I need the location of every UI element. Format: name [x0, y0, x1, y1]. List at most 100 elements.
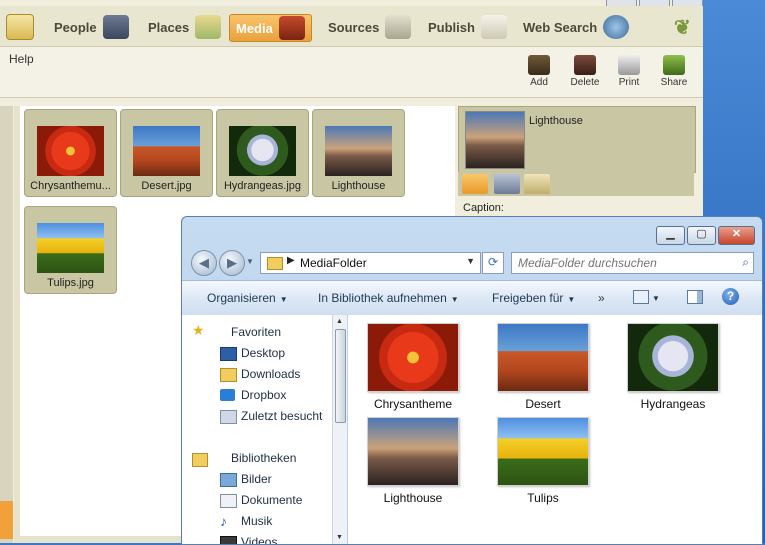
media-caption: Chrysanthemu...: [30, 180, 111, 192]
navigation-scrollbar[interactable]: ▲ ▼: [332, 315, 347, 544]
people-tab-icon[interactable]: [494, 174, 520, 194]
nav-publish[interactable]: Publish: [428, 14, 507, 40]
documents-icon: [220, 494, 237, 508]
videos-icon: [220, 536, 237, 544]
caption-label: Caption:: [463, 202, 504, 214]
close-button[interactable]: ✕: [718, 226, 755, 245]
nav-recent-places[interactable]: Zuletzt besucht: [241, 409, 322, 423]
print-button[interactable]: Print: [609, 55, 649, 88]
share-button[interactable]: Share: [654, 55, 694, 88]
downloads-folder-icon: [220, 368, 237, 382]
libraries-header[interactable]: Bibliotheken: [231, 451, 296, 465]
media-item[interactable]: Desert.jpg: [120, 109, 213, 197]
nav-documents[interactable]: Dokumente: [241, 493, 302, 507]
forward-button[interactable]: ▶: [219, 250, 245, 276]
change-view-icon[interactable]: [633, 290, 649, 304]
search-box: ⌕: [511, 252, 754, 274]
detail-header: Lighthouse: [458, 106, 696, 173]
pictures-icon: [220, 473, 237, 487]
nav-pictures[interactable]: Bilder: [241, 472, 272, 486]
nav-publish-label: Publish: [428, 19, 475, 35]
folder-icon: [267, 257, 283, 270]
explorer-window: ▁ ▢ ✕ ◀ ▶ ▼ ▶ MediaFolder ▼ ⟳ ⌕ Organisi…: [181, 216, 763, 545]
file-name: Lighthouse: [383, 491, 443, 505]
file-list: Chrysantheme Desert Hydrangeas Lighthous…: [348, 315, 762, 544]
help-icon[interactable]: ?: [722, 288, 739, 305]
more-commands-button[interactable]: »: [598, 291, 605, 305]
file-item[interactable]: Lighthouse: [358, 417, 468, 505]
media-thumbnail: [37, 126, 104, 176]
media-caption: Hydrangeas.jpg: [223, 180, 302, 192]
nav-people[interactable]: People: [54, 14, 129, 40]
favorites-header[interactable]: Favoriten: [231, 325, 281, 339]
organize-menu[interactable]: Organisieren ▼: [207, 291, 288, 305]
file-name: Chrysantheme: [373, 397, 453, 411]
address-bar[interactable]: ▶ MediaFolder ▼: [260, 252, 481, 274]
maximize-button[interactable]: ▢: [687, 226, 716, 245]
minimize-button[interactable]: ▁: [656, 226, 685, 245]
media-item[interactable]: Lighthouse: [312, 109, 405, 197]
sources-quill-icon: [385, 15, 412, 39]
dropbox-icon: [220, 389, 235, 401]
media-books-icon: [278, 16, 305, 40]
file-thumbnail: [497, 417, 589, 486]
edit-tab-icon[interactable]: [462, 174, 488, 194]
include-library-menu[interactable]: In Bibliothek aufnehmen ▼: [318, 291, 459, 305]
scrollbar-thumb[interactable]: [335, 329, 346, 423]
home-button[interactable]: [6, 14, 34, 40]
add-label: Add: [530, 77, 548, 88]
media-thumbnail: [133, 126, 200, 176]
back-button[interactable]: ◀: [191, 250, 217, 276]
breadcrumb-chevron-icon: ▶: [287, 255, 295, 266]
scroll-up-icon[interactable]: ▲: [336, 318, 343, 325]
media-item[interactable]: Chrysanthemu...: [24, 109, 117, 197]
file-thumbnail: [367, 417, 459, 486]
history-dropdown-icon[interactable]: ▼: [246, 257, 254, 266]
recent-places-icon: [220, 410, 237, 424]
nav-media[interactable]: Media: [229, 14, 312, 42]
music-icon: ♪: [220, 513, 227, 529]
organize-label: Organisieren: [207, 291, 276, 305]
add-button[interactable]: Add: [519, 55, 559, 88]
printer-icon: [618, 55, 640, 75]
address-path: MediaFolder: [300, 256, 367, 270]
main-nav-toolbar: People Places Media Sources Publish Web …: [0, 6, 703, 47]
nav-sources[interactable]: Sources: [328, 14, 412, 40]
share-with-menu[interactable]: Freigeben für ▼: [492, 291, 575, 305]
help-menu[interactable]: Help: [9, 52, 34, 66]
globe-binoculars-icon: [603, 15, 630, 39]
search-input[interactable]: [516, 254, 730, 272]
nav-web-search[interactable]: Web Search: [523, 14, 630, 40]
nav-dropbox[interactable]: Dropbox: [241, 388, 286, 402]
view-dropdown-icon[interactable]: ▼: [652, 294, 660, 303]
delete-button[interactable]: Delete: [565, 55, 605, 88]
left-panel-accent: [0, 501, 13, 539]
refresh-button[interactable]: ⟳: [482, 252, 504, 274]
media-thumbnail: [37, 223, 104, 273]
nav-downloads[interactable]: Downloads: [241, 367, 300, 381]
publish-paper-icon: [480, 15, 507, 39]
nav-web-search-label: Web Search: [523, 19, 598, 35]
media-item[interactable]: Tulips.jpg: [24, 206, 117, 294]
address-dropdown-icon[interactable]: ▼: [466, 256, 475, 266]
scroll-down-icon[interactable]: ▼: [336, 534, 343, 541]
nav-people-label: People: [54, 19, 97, 35]
map-icon: [195, 15, 222, 39]
file-item[interactable]: Desert: [488, 323, 598, 411]
file-item[interactable]: Hydrangeas: [618, 323, 728, 411]
nav-videos[interactable]: Videos: [241, 535, 277, 544]
search-icon[interactable]: ⌕: [742, 255, 749, 270]
nav-music[interactable]: Musik: [241, 514, 272, 528]
menu-action-bar: Help Add Delete Print Share: [0, 47, 703, 98]
file-item[interactable]: Tulips: [488, 417, 598, 505]
media-item[interactable]: Hydrangeas.jpg: [216, 109, 309, 197]
left-collapsed-panel: [0, 106, 13, 543]
nav-media-label: Media: [236, 20, 273, 36]
desktop-icon: [220, 347, 237, 361]
nav-places[interactable]: Places: [148, 14, 222, 40]
file-item[interactable]: Chrysantheme: [358, 323, 468, 411]
preview-pane-icon[interactable]: [687, 290, 703, 304]
nav-desktop[interactable]: Desktop: [241, 346, 285, 360]
notes-tab-icon[interactable]: [524, 174, 550, 194]
file-name: Tulips: [527, 491, 559, 505]
